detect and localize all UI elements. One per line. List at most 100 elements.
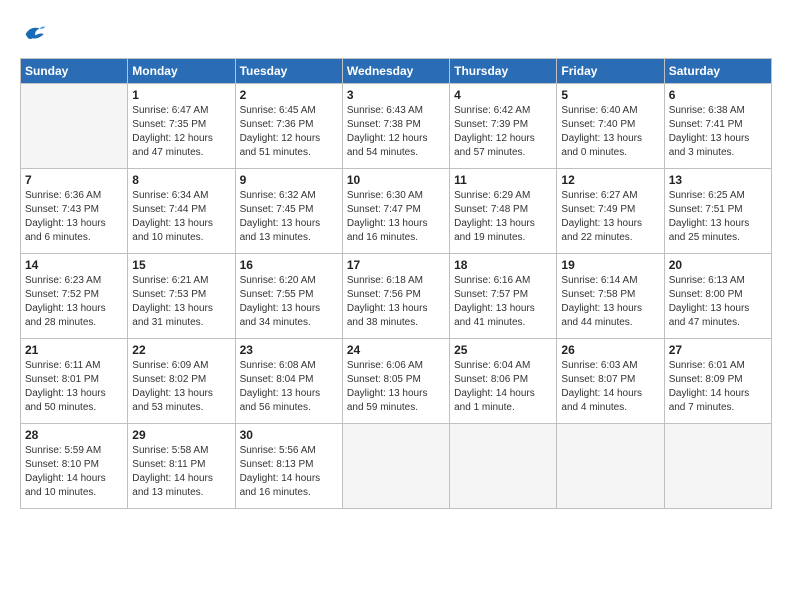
calendar-week-row: 14 Sunrise: 6:23 AM Sunset: 7:52 PM Dayli… [21, 254, 772, 339]
calendar-cell: 2 Sunrise: 6:45 AM Sunset: 7:36 PM Daylig… [235, 84, 342, 169]
day-info: Sunrise: 6:38 AM Sunset: 7:41 PM Dayligh… [669, 104, 767, 160]
weekday-header-sunday: Sunday [21, 59, 128, 84]
day-number: 26 [561, 343, 659, 357]
logo-icon [20, 20, 48, 48]
weekday-header-friday: Friday [557, 59, 664, 84]
day-number: 25 [454, 343, 552, 357]
calendar-week-row: 1Sunrise: 6:47 AM Sunset: 7:35 PM Daylig… [21, 84, 772, 169]
day-number: 22 [132, 343, 230, 357]
day-number: 5 [561, 88, 659, 102]
day-info: Sunrise: 6:14 AM Sunset: 7:58 PM Dayligh… [561, 274, 659, 330]
day-info: Sunrise: 6:01 AM Sunset: 8:09 PM Dayligh… [669, 359, 767, 415]
day-number: 18 [454, 258, 552, 272]
day-info: Sunrise: 6:06 AM Sunset: 8:05 PM Dayligh… [347, 359, 445, 415]
calendar-cell: 14 Sunrise: 6:23 AM Sunset: 7:52 PM Dayli… [21, 254, 128, 339]
day-info: Sunrise: 6:18 AM Sunset: 7:56 PM Dayligh… [347, 274, 445, 330]
calendar-cell [21, 84, 128, 169]
calendar-cell: 18 Sunrise: 6:16 AM Sunset: 7:57 PM Dayli… [450, 254, 557, 339]
calendar-cell: 15 Sunrise: 6:21 AM Sunset: 7:53 PM Dayli… [128, 254, 235, 339]
day-number: 19 [561, 258, 659, 272]
calendar-cell: 21Sunrise: 6:11 AM Sunset: 8:01 PM Dayli… [21, 339, 128, 424]
day-info: Sunrise: 6:47 AM Sunset: 7:35 PM Dayligh… [132, 104, 230, 160]
day-number: 11 [454, 173, 552, 187]
day-number: 4 [454, 88, 552, 102]
calendar-week-row: 7Sunrise: 6:36 AM Sunset: 7:43 PM Daylig… [21, 169, 772, 254]
day-number: 15 [132, 258, 230, 272]
day-info: Sunrise: 6:25 AM Sunset: 7:51 PM Dayligh… [669, 189, 767, 245]
calendar-cell: 13Sunrise: 6:25 AM Sunset: 7:51 PM Dayli… [664, 169, 771, 254]
day-number: 29 [132, 428, 230, 442]
calendar-cell: 16 Sunrise: 6:20 AM Sunset: 7:55 PM Dayli… [235, 254, 342, 339]
calendar-cell: 25 Sunrise: 6:04 AM Sunset: 8:06 PM Dayli… [450, 339, 557, 424]
day-number: 30 [240, 428, 338, 442]
day-number: 10 [347, 173, 445, 187]
calendar-cell: 26 Sunrise: 6:03 AM Sunset: 8:07 PM Dayli… [557, 339, 664, 424]
day-info: Sunrise: 6:45 AM Sunset: 7:36 PM Dayligh… [240, 104, 338, 160]
calendar-cell: 4 Sunrise: 6:42 AM Sunset: 7:39 PM Daylig… [450, 84, 557, 169]
day-info: Sunrise: 6:43 AM Sunset: 7:38 PM Dayligh… [347, 104, 445, 160]
day-number: 6 [669, 88, 767, 102]
day-number: 12 [561, 173, 659, 187]
calendar-cell: 24 Sunrise: 6:06 AM Sunset: 8:05 PM Dayli… [342, 339, 449, 424]
calendar-cell: 28 Sunrise: 5:59 AM Sunset: 8:10 PM Dayli… [21, 424, 128, 509]
page-header [20, 20, 772, 48]
day-number: 9 [240, 173, 338, 187]
day-number: 8 [132, 173, 230, 187]
calendar-cell: 17 Sunrise: 6:18 AM Sunset: 7:56 PM Dayli… [342, 254, 449, 339]
calendar-cell: 27 Sunrise: 6:01 AM Sunset: 8:09 PM Dayli… [664, 339, 771, 424]
calendar-cell: 20 Sunrise: 6:13 AM Sunset: 8:00 PM Dayli… [664, 254, 771, 339]
day-number: 27 [669, 343, 767, 357]
calendar-cell: 11 Sunrise: 6:29 AM Sunset: 7:48 PM Dayli… [450, 169, 557, 254]
day-info: Sunrise: 6:04 AM Sunset: 8:06 PM Dayligh… [454, 359, 552, 415]
day-info: Sunrise: 6:34 AM Sunset: 7:44 PM Dayligh… [132, 189, 230, 245]
calendar-cell: 22 Sunrise: 6:09 AM Sunset: 8:02 PM Dayli… [128, 339, 235, 424]
day-number: 28 [25, 428, 123, 442]
weekday-header-wednesday: Wednesday [342, 59, 449, 84]
day-info: Sunrise: 6:42 AM Sunset: 7:39 PM Dayligh… [454, 104, 552, 160]
day-info: Sunrise: 6:29 AM Sunset: 7:48 PM Dayligh… [454, 189, 552, 245]
calendar-cell: 30 Sunrise: 5:56 AM Sunset: 8:13 PM Dayli… [235, 424, 342, 509]
calendar-cell: 19 Sunrise: 6:14 AM Sunset: 7:58 PM Dayli… [557, 254, 664, 339]
day-number: 16 [240, 258, 338, 272]
calendar-cell: 8 Sunrise: 6:34 AM Sunset: 7:44 PM Daylig… [128, 169, 235, 254]
day-number: 20 [669, 258, 767, 272]
calendar-week-row: 28 Sunrise: 5:59 AM Sunset: 8:10 PM Dayli… [21, 424, 772, 509]
calendar-cell: 5Sunrise: 6:40 AM Sunset: 7:40 PM Daylig… [557, 84, 664, 169]
day-info: Sunrise: 6:32 AM Sunset: 7:45 PM Dayligh… [240, 189, 338, 245]
day-info: Sunrise: 5:56 AM Sunset: 8:13 PM Dayligh… [240, 444, 338, 500]
day-info: Sunrise: 6:20 AM Sunset: 7:55 PM Dayligh… [240, 274, 338, 330]
day-info: Sunrise: 6:13 AM Sunset: 8:00 PM Dayligh… [669, 274, 767, 330]
calendar-table: SundayMondayTuesdayWednesdayThursdayFrid… [20, 58, 772, 509]
calendar-cell: 1Sunrise: 6:47 AM Sunset: 7:35 PM Daylig… [128, 84, 235, 169]
calendar-cell: 12Sunrise: 6:27 AM Sunset: 7:49 PM Dayli… [557, 169, 664, 254]
calendar-cell [450, 424, 557, 509]
day-info: Sunrise: 6:16 AM Sunset: 7:57 PM Dayligh… [454, 274, 552, 330]
day-number: 2 [240, 88, 338, 102]
day-number: 24 [347, 343, 445, 357]
day-info: Sunrise: 6:03 AM Sunset: 8:07 PM Dayligh… [561, 359, 659, 415]
day-number: 21 [25, 343, 123, 357]
day-number: 17 [347, 258, 445, 272]
day-info: Sunrise: 6:09 AM Sunset: 8:02 PM Dayligh… [132, 359, 230, 415]
day-info: Sunrise: 6:23 AM Sunset: 7:52 PM Dayligh… [25, 274, 123, 330]
calendar-cell [342, 424, 449, 509]
day-info: Sunrise: 6:21 AM Sunset: 7:53 PM Dayligh… [132, 274, 230, 330]
calendar-week-row: 21Sunrise: 6:11 AM Sunset: 8:01 PM Dayli… [21, 339, 772, 424]
calendar-cell: 10 Sunrise: 6:30 AM Sunset: 7:47 PM Dayli… [342, 169, 449, 254]
calendar-cell: 29 Sunrise: 5:58 AM Sunset: 8:11 PM Dayli… [128, 424, 235, 509]
weekday-header-monday: Monday [128, 59, 235, 84]
weekday-header-saturday: Saturday [664, 59, 771, 84]
calendar-cell [557, 424, 664, 509]
logo [20, 20, 52, 48]
day-info: Sunrise: 5:58 AM Sunset: 8:11 PM Dayligh… [132, 444, 230, 500]
day-info: Sunrise: 5:59 AM Sunset: 8:10 PM Dayligh… [25, 444, 123, 500]
day-info: Sunrise: 6:30 AM Sunset: 7:47 PM Dayligh… [347, 189, 445, 245]
day-info: Sunrise: 6:08 AM Sunset: 8:04 PM Dayligh… [240, 359, 338, 415]
day-number: 14 [25, 258, 123, 272]
weekday-header-row: SundayMondayTuesdayWednesdayThursdayFrid… [21, 59, 772, 84]
calendar-cell: 23Sunrise: 6:08 AM Sunset: 8:04 PM Dayli… [235, 339, 342, 424]
calendar-cell: 7Sunrise: 6:36 AM Sunset: 7:43 PM Daylig… [21, 169, 128, 254]
calendar-cell: 6 Sunrise: 6:38 AM Sunset: 7:41 PM Daylig… [664, 84, 771, 169]
day-number: 3 [347, 88, 445, 102]
day-number: 7 [25, 173, 123, 187]
